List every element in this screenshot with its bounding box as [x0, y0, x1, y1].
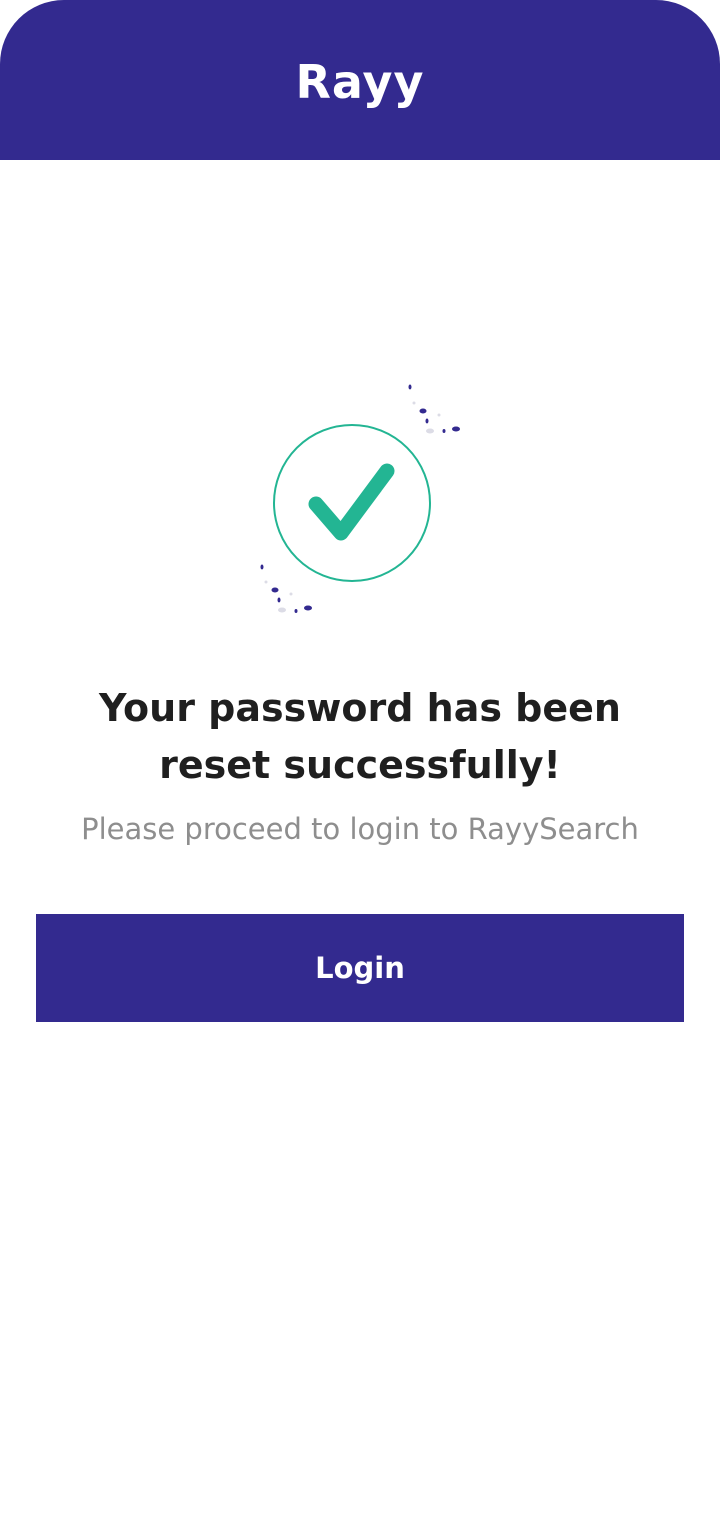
login-button[interactable]: Login: [36, 914, 684, 1022]
success-title-line2: reset successfully!: [159, 743, 561, 787]
success-subtitle: Please proceed to login to RayySearch: [81, 812, 639, 846]
success-title: Your password has been reset successfull…: [60, 680, 660, 794]
check-circle: [273, 424, 431, 582]
decor-dots-bottom-light: [264, 580, 293, 613]
success-illustration: [250, 375, 470, 625]
decor-dots-top-light: [412, 401, 441, 434]
success-title-line1: Your password has been: [99, 686, 621, 730]
success-checkmark-icon: [260, 384, 460, 613]
decor-dots-bottom: [260, 564, 312, 613]
decor-dots-top: [408, 384, 460, 433]
check-mark: [308, 463, 395, 541]
app-header: Rayy: [0, 0, 720, 160]
reset-success-screen: Rayy Your password has been reset succes…: [0, 0, 720, 1520]
brand-logo: Rayy: [295, 55, 425, 109]
